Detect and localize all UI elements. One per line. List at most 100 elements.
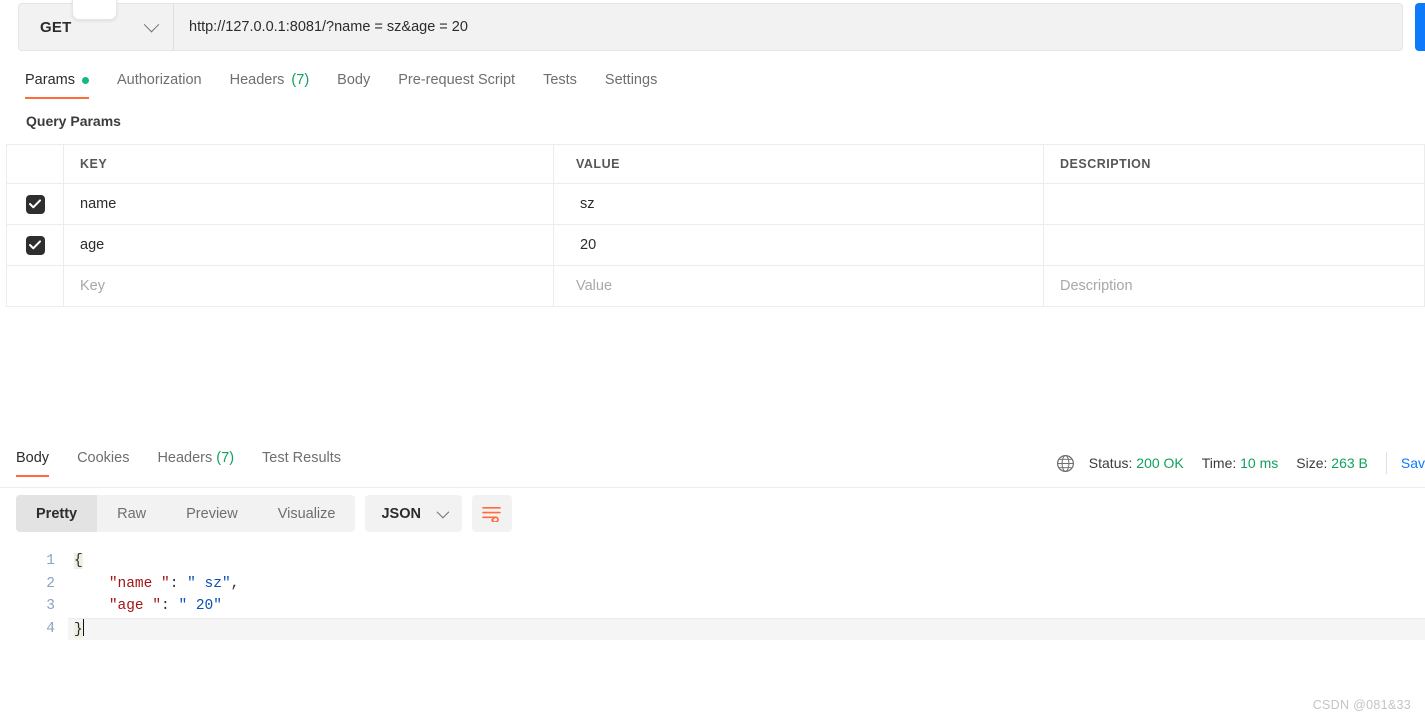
row-checkbox-cell: [7, 184, 64, 224]
time-value: 10 ms: [1240, 455, 1279, 471]
view-mode-raw[interactable]: Raw: [97, 495, 166, 532]
response-tab-headers-label: Headers: [157, 450, 213, 466]
request-url-bar: GET http://127.0.0.1:8081/?name = sz&age…: [18, 3, 1403, 51]
size-badge: Size: 263 B: [1296, 455, 1368, 471]
new-description-placeholder: Description: [1060, 278, 1133, 294]
text-cursor: [82, 618, 85, 636]
header-value-cell: VALUE: [554, 145, 1044, 183]
save-response-link[interactable]: Sav: [1401, 455, 1425, 471]
code-line-4: }: [68, 617, 1425, 640]
new-description-input[interactable]: Description: [1044, 266, 1425, 306]
tab-body-label: Body: [337, 72, 371, 88]
row-key-cell[interactable]: name: [64, 184, 554, 224]
view-mode-pretty-label: Pretty: [36, 505, 78, 522]
json-comma: ,: [230, 575, 240, 592]
json-close-brace: }: [74, 621, 83, 638]
send-button[interactable]: [1415, 3, 1425, 51]
view-mode-visualize[interactable]: Visualize: [258, 495, 356, 532]
response-meta-bar: Status: 200 OK Time: 10 ms Size: 263 B S…: [1056, 452, 1425, 474]
column-header-value: VALUE: [576, 157, 620, 171]
tab-body[interactable]: Body: [337, 72, 384, 99]
row-checkbox-age[interactable]: [25, 235, 45, 255]
response-body-viewer[interactable]: 1 2 3 4 { "name ": " sz", "age ": " 20" …: [0, 545, 1425, 645]
status-badge: Status: 200 OK: [1089, 455, 1184, 471]
response-viewer-toolbar: Pretty Raw Preview Visualize JSON: [16, 495, 512, 532]
row-value-text: sz: [576, 196, 595, 212]
tab-headers-label: Headers: [229, 72, 285, 88]
row-description-cell[interactable]: [1044, 225, 1425, 265]
time-label: Time:: [1201, 455, 1237, 471]
response-tab-cookies-label: Cookies: [77, 450, 130, 466]
tab-params-label: Params: [25, 72, 75, 88]
json-key: "name ": [108, 575, 170, 592]
line-number: 1: [46, 553, 55, 569]
view-mode-preview-label: Preview: [186, 505, 238, 522]
tab-authorization-label: Authorization: [116, 72, 202, 88]
line-number: 3: [46, 598, 55, 614]
response-tab-body-label: Body: [16, 450, 50, 466]
response-divider: [0, 487, 1425, 488]
tab-tests[interactable]: Tests: [543, 72, 591, 99]
request-tab-bar: Params Authorization Headers (7) Body Pr…: [25, 66, 1405, 99]
column-header-key: KEY: [80, 157, 108, 171]
word-wrap-button[interactable]: [471, 495, 512, 532]
row-key-cell[interactable]: age: [64, 225, 554, 265]
line-number: 4: [46, 620, 55, 637]
response-tab-cookies[interactable]: Cookies: [77, 450, 129, 477]
tab-pre-request-script-label: Pre-request Script: [398, 72, 516, 88]
word-wrap-icon: [482, 507, 502, 522]
json-value: " sz": [187, 575, 231, 592]
size-label: Size:: [1296, 455, 1328, 471]
response-tab-test-results[interactable]: Test Results: [262, 450, 341, 477]
response-tab-body[interactable]: Body: [16, 450, 50, 477]
response-tab-test-results-label: Test Results: [262, 450, 342, 466]
row-value-cell[interactable]: sz: [554, 184, 1044, 224]
params-modified-dot-icon: [81, 76, 89, 84]
tab-authorization[interactable]: Authorization: [117, 72, 216, 99]
view-mode-visualize-label: Visualize: [277, 505, 336, 522]
code-content[interactable]: { "name ": " sz", "age ": " 20" }: [68, 545, 1425, 645]
json-colon: :: [161, 598, 179, 614]
new-key-input[interactable]: Key: [64, 266, 554, 306]
chevron-down-icon: [143, 16, 160, 32]
body-format-dropdown[interactable]: JSON: [365, 495, 462, 532]
tab-params[interactable]: Params: [25, 72, 103, 99]
json-open-brace: {: [74, 553, 83, 569]
code-line-1: {: [68, 550, 1425, 573]
code-line-2: "name ": " sz",: [68, 573, 1425, 596]
json-colon: :: [169, 575, 188, 592]
time-badge: Time: 10 ms: [1202, 455, 1279, 471]
table-row: name sz: [7, 184, 1425, 225]
query-params-title: Query Params: [26, 113, 121, 129]
view-mode-pretty[interactable]: Pretty: [16, 495, 98, 532]
watermark: CSDN @081&33: [1312, 698, 1411, 712]
tab-tests-label: Tests: [543, 72, 577, 88]
tab-pre-request-script[interactable]: Pre-request Script: [398, 72, 529, 99]
url-input[interactable]: http://127.0.0.1:8081/?name = sz&age = 2…: [174, 4, 1402, 50]
json-value: " 20": [178, 598, 222, 614]
row-description-cell[interactable]: [1044, 184, 1425, 224]
globe-icon: [1056, 454, 1075, 473]
view-mode-preview[interactable]: Preview: [166, 495, 258, 532]
json-key: "age ": [108, 598, 162, 614]
empty-checkbox-cell: [7, 266, 64, 306]
row-value-cell[interactable]: 20: [554, 225, 1044, 265]
header-key-cell: KEY: [64, 145, 554, 183]
query-params-table: KEY VALUE DESCRIPTION name sz age 20 Key…: [6, 144, 1425, 307]
header-description-cell: DESCRIPTION: [1044, 145, 1425, 183]
tab-settings[interactable]: Settings: [605, 72, 671, 99]
chevron-down-icon: [436, 505, 450, 519]
response-tab-headers[interactable]: Headers (7): [157, 450, 234, 477]
table-row-empty: Key Value Description: [7, 266, 1425, 307]
new-value-input[interactable]: Value: [554, 266, 1044, 306]
code-line-3: "age ": " 20": [68, 595, 1425, 618]
new-key-placeholder: Key: [80, 278, 105, 294]
table-header-row: KEY VALUE DESCRIPTION: [7, 145, 1425, 184]
header-checkbox-cell: [7, 145, 64, 183]
tab-headers[interactable]: Headers (7): [230, 72, 324, 99]
row-checkbox-name[interactable]: [25, 194, 45, 214]
new-value-placeholder: Value: [576, 278, 613, 294]
row-key-text: age: [80, 237, 109, 253]
method-label: GET: [40, 18, 72, 36]
floating-popup-artifact: [72, 0, 117, 20]
